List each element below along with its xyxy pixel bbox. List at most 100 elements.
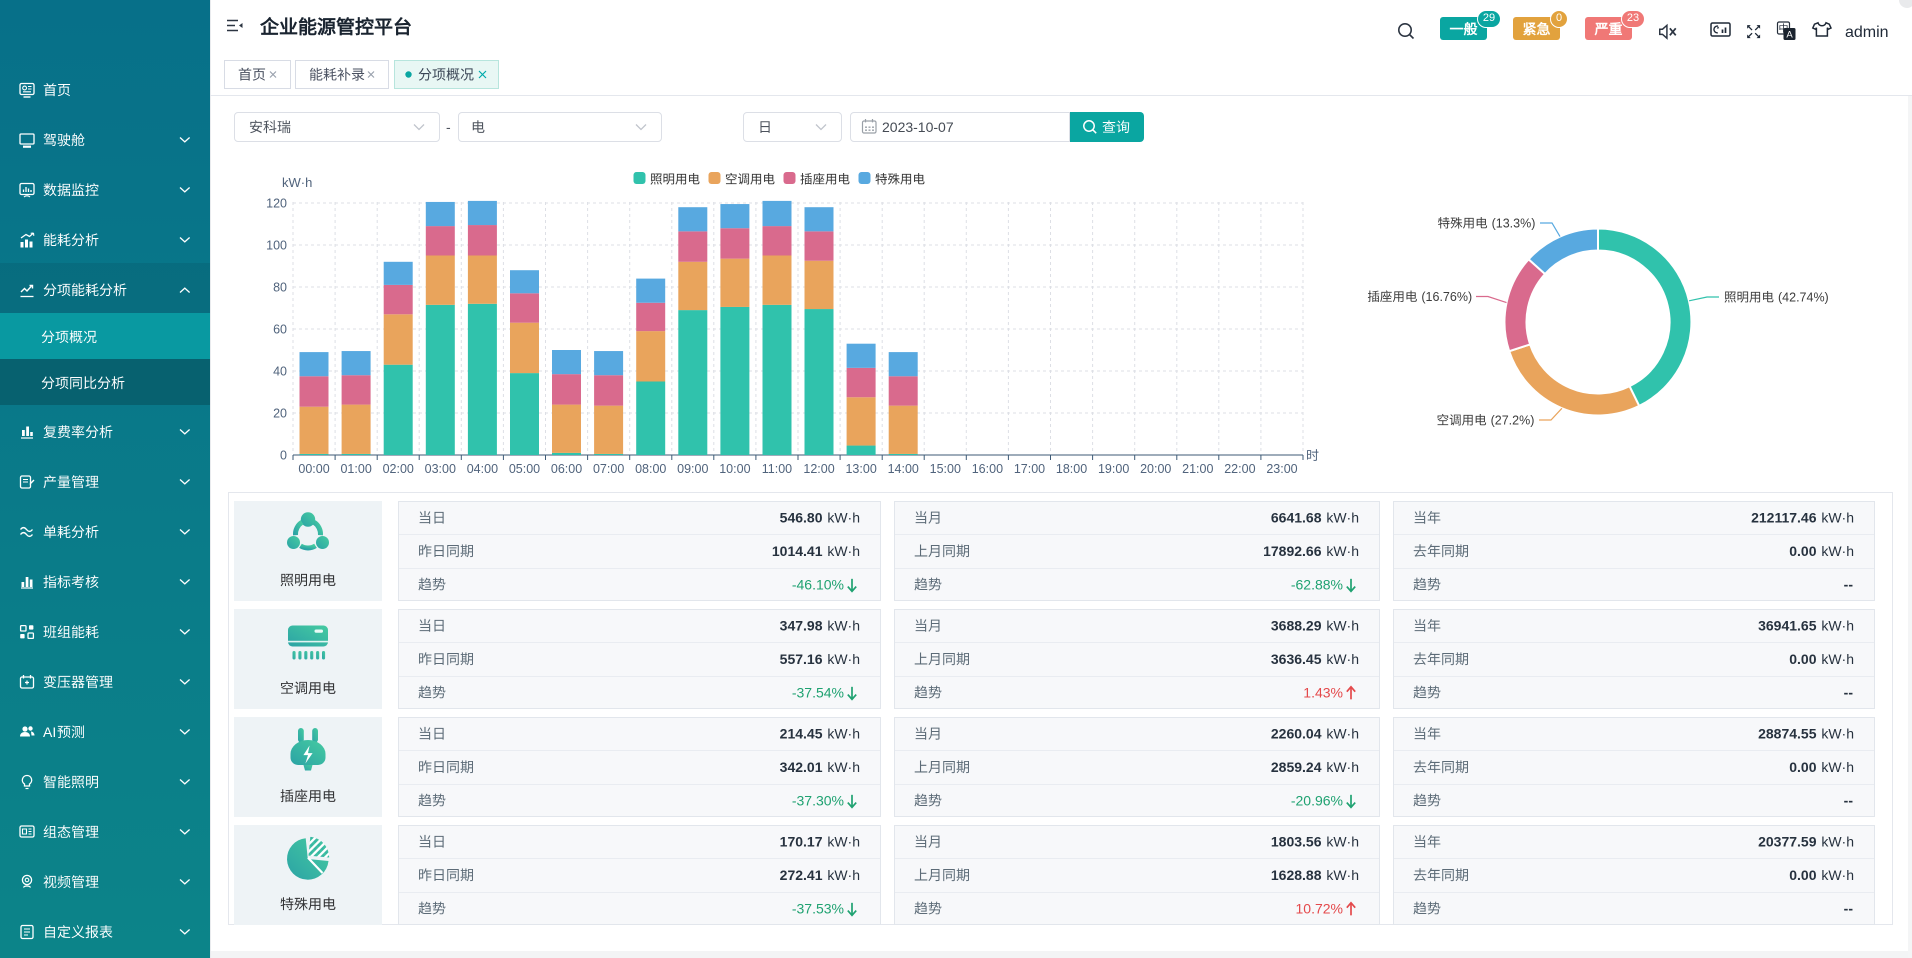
svg-text:-: -: [446, 119, 451, 135]
svg-text:admin: admin: [1845, 24, 1889, 41]
svg-text:kW·h: kW·h: [827, 543, 860, 559]
svg-text:06:00: 06:00: [551, 462, 582, 476]
svg-text:--: --: [1844, 792, 1854, 808]
svg-text:18:00: 18:00: [1056, 462, 1087, 476]
svg-text:28874.55: 28874.55: [1758, 726, 1817, 742]
svg-text:2023-10-07: 2023-10-07: [882, 119, 954, 135]
svg-text:kW·h: kW·h: [1821, 510, 1854, 526]
svg-text:kW·h: kW·h: [827, 651, 860, 667]
svg-text:36941.65: 36941.65: [1758, 618, 1817, 634]
svg-text:14:00: 14:00: [888, 462, 919, 476]
svg-text:kW·h: kW·h: [1326, 651, 1359, 667]
svg-text:342.01: 342.01: [780, 759, 823, 775]
svg-text:1628.88: 1628.88: [1271, 867, 1322, 883]
svg-text:40: 40: [273, 365, 287, 379]
svg-text:01:00: 01:00: [340, 462, 371, 476]
svg-text:0.00: 0.00: [1789, 867, 1816, 883]
svg-text:100: 100: [266, 239, 287, 253]
svg-text:2859.24: 2859.24: [1271, 759, 1322, 775]
svg-text:546.80: 546.80: [780, 510, 823, 526]
svg-text:08:00: 08:00: [635, 462, 666, 476]
svg-text:1803.56: 1803.56: [1271, 834, 1322, 850]
svg-text:2260.04: 2260.04: [1271, 726, 1322, 742]
svg-text:557.16: 557.16: [780, 651, 823, 667]
svg-text:3636.45: 3636.45: [1271, 651, 1322, 667]
svg-text:kW·h: kW·h: [282, 175, 312, 190]
svg-text:(27.2%): (27.2%): [1491, 414, 1535, 428]
svg-text:-20.96%: -20.96%: [1291, 792, 1343, 808]
svg-text:(13.3%): (13.3%): [1492, 217, 1536, 231]
svg-text:03:00: 03:00: [425, 462, 456, 476]
svg-text:kW·h: kW·h: [827, 834, 860, 850]
svg-text:120: 120: [266, 197, 287, 211]
svg-text:07:00: 07:00: [593, 462, 624, 476]
svg-text:15:00: 15:00: [930, 462, 961, 476]
svg-text:kW·h: kW·h: [1326, 543, 1359, 559]
svg-text:kW·h: kW·h: [827, 510, 860, 526]
svg-text:AI: AI: [43, 724, 56, 740]
svg-text:212117.46: 212117.46: [1751, 510, 1817, 526]
svg-text:0.00: 0.00: [1789, 543, 1816, 559]
svg-text:6641.68: 6641.68: [1271, 510, 1322, 526]
svg-text:--: --: [1844, 900, 1854, 916]
svg-text:13:00: 13:00: [845, 462, 876, 476]
svg-text:1.43%: 1.43%: [1303, 684, 1343, 700]
svg-text:0: 0: [280, 449, 287, 463]
svg-text:kW·h: kW·h: [1821, 651, 1854, 667]
svg-text:kW·h: kW·h: [1326, 867, 1359, 883]
svg-text:00:00: 00:00: [298, 462, 329, 476]
svg-text:kW·h: kW·h: [1821, 618, 1854, 634]
svg-text:17892.66: 17892.66: [1263, 543, 1322, 559]
svg-text:20:00: 20:00: [1140, 462, 1171, 476]
svg-text:0.00: 0.00: [1789, 651, 1816, 667]
svg-text:--: --: [1844, 684, 1854, 700]
svg-text:3688.29: 3688.29: [1271, 618, 1322, 634]
svg-text:20: 20: [273, 407, 287, 421]
svg-text:214.45: 214.45: [780, 726, 823, 742]
svg-text:04:00: 04:00: [467, 462, 498, 476]
svg-text:kW·h: kW·h: [827, 867, 860, 883]
svg-text:05:00: 05:00: [509, 462, 540, 476]
svg-text:kW·h: kW·h: [1326, 759, 1359, 775]
svg-text:12:00: 12:00: [803, 462, 834, 476]
svg-text:1014.41: 1014.41: [772, 543, 823, 559]
svg-text:170.17: 170.17: [780, 834, 823, 850]
svg-text:--: --: [1844, 576, 1854, 592]
svg-text:(16.76%): (16.76%): [1421, 290, 1472, 304]
svg-text:kW·h: kW·h: [1821, 759, 1854, 775]
svg-text:22:00: 22:00: [1224, 462, 1255, 476]
svg-text:A: A: [1786, 29, 1793, 40]
svg-text:347.98: 347.98: [780, 618, 823, 634]
svg-text:21:00: 21:00: [1182, 462, 1213, 476]
svg-text:kW·h: kW·h: [827, 618, 860, 634]
svg-text:-37.54%: -37.54%: [792, 684, 844, 700]
svg-text:-37.53%: -37.53%: [792, 900, 844, 916]
svg-text:272.41: 272.41: [780, 867, 823, 883]
svg-text:-37.30%: -37.30%: [792, 792, 844, 808]
svg-text:kW·h: kW·h: [1821, 543, 1854, 559]
svg-text:17:00: 17:00: [1014, 462, 1045, 476]
svg-text:10:00: 10:00: [719, 462, 750, 476]
svg-text:kW·h: kW·h: [1326, 618, 1359, 634]
svg-text:20377.59: 20377.59: [1758, 834, 1817, 850]
svg-text:11:00: 11:00: [762, 462, 792, 476]
svg-text:10.72%: 10.72%: [1296, 900, 1343, 916]
svg-text:16:00: 16:00: [972, 462, 1003, 476]
svg-text:kW·h: kW·h: [1821, 726, 1854, 742]
svg-text:80: 80: [273, 281, 287, 295]
svg-text:23:00: 23:00: [1266, 462, 1297, 476]
svg-text:0.00: 0.00: [1789, 759, 1816, 775]
svg-text:kW·h: kW·h: [1326, 834, 1359, 850]
svg-text:60: 60: [273, 323, 287, 337]
svg-text:kW·h: kW·h: [1326, 726, 1359, 742]
svg-text:-62.88%: -62.88%: [1291, 576, 1343, 592]
svg-text:kW·h: kW·h: [827, 726, 860, 742]
svg-text:09:00: 09:00: [677, 462, 708, 476]
svg-text:kW·h: kW·h: [1821, 867, 1854, 883]
svg-text:kW·h: kW·h: [1326, 510, 1359, 526]
svg-text:-46.10%: -46.10%: [792, 576, 844, 592]
svg-text:kW·h: kW·h: [827, 759, 860, 775]
svg-text:19:00: 19:00: [1098, 462, 1129, 476]
svg-text:(42.74%): (42.74%): [1778, 291, 1829, 305]
svg-text:kW·h: kW·h: [1821, 834, 1854, 850]
